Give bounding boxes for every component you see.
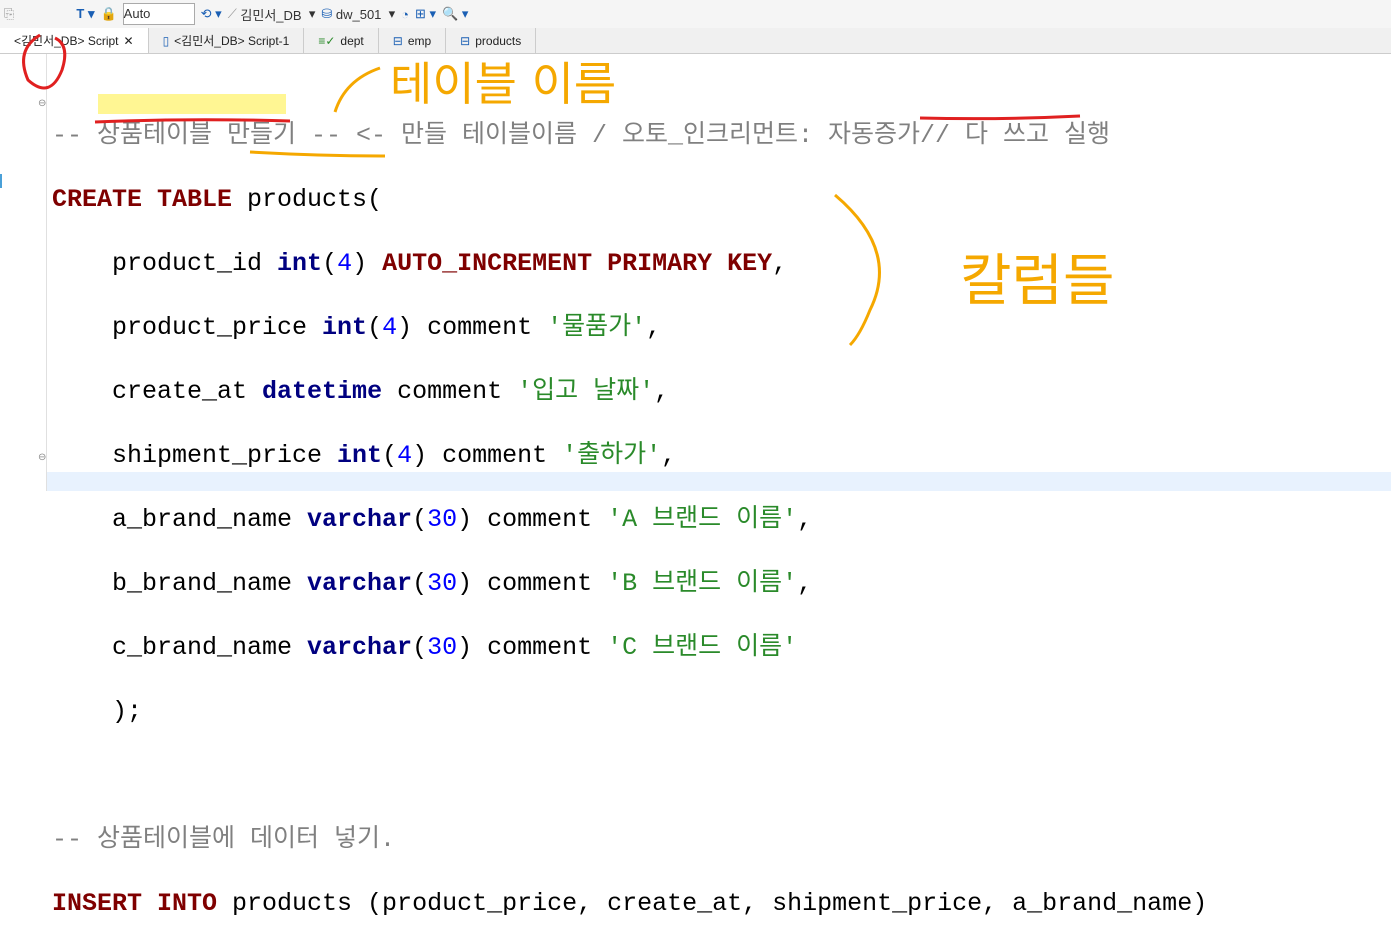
code-token: INSERT INTO <box>52 889 218 918</box>
code-token: product_id <box>52 249 278 278</box>
code-token: products (product_price, create_at, ship… <box>217 889 1208 918</box>
code-token: comment <box>427 313 533 342</box>
code-token: 30 <box>427 569 458 598</box>
sql-editor[interactable]: -- 상품테이블 만들기 -- <- 만들 테이블이름 / 오토_인크리먼트: … <box>52 88 1207 952</box>
code-token: products( <box>232 185 383 214</box>
tab-dept[interactable]: ≡✓ dept <box>304 28 379 53</box>
connection-select[interactable]: ⟋ 김민서_DB ▾ <box>228 5 316 24</box>
close-icon[interactable]: ✕ <box>124 34 134 48</box>
code-token: shipment_price <box>52 441 338 470</box>
connection-label: 김민서_DB <box>240 7 302 23</box>
code-token: '입고 날짜' <box>517 377 655 406</box>
tab-products[interactable]: ⊟ products <box>446 28 537 53</box>
tab-label: dept <box>340 33 364 48</box>
tab-script-1[interactable]: ▯ <김민서_DB> Script-1 <box>149 28 305 53</box>
code-token: 'A 브랜드 이름' <box>607 505 798 534</box>
code-token: datetime <box>262 377 383 406</box>
code-token: '출하가' <box>562 441 662 470</box>
change-marker <box>0 174 2 188</box>
commit-icon[interactable]: ⎘ <box>4 6 14 22</box>
code-token: int <box>277 249 323 278</box>
toolbar: ⎘ T ▾ 🔒 Auto ⟲ ▾ ⟋ 김민서_DB ▾ ⛁ dw_501 ▾ ◔… <box>0 0 1391 28</box>
editor-gutter <box>0 54 47 491</box>
tab-emp[interactable]: ⊟ emp <box>379 28 447 53</box>
script-icon: ▯ <box>162 33 170 48</box>
code-token: b_brand_name <box>52 569 308 598</box>
code-token: comment <box>397 377 503 406</box>
format-icon[interactable]: T ▾ <box>76 6 94 22</box>
code-line: ); <box>52 697 143 726</box>
dashboard-icon[interactable]: ◔ <box>401 7 409 22</box>
tab-label: <김민서_DB> Script-1 <box>174 34 290 48</box>
table-icon: ⊟ <box>392 33 403 48</box>
code-token: AUTO_INCREMENT PRIMARY KEY <box>382 249 773 278</box>
code-token: 4 <box>337 249 353 278</box>
code-token: a_brand_name <box>52 505 308 534</box>
code-token: int <box>322 313 368 342</box>
code-line: a_brand_name varchar(30) comment 'A 브랜드 … <box>52 505 813 534</box>
fold-icon[interactable]: ⊖ <box>38 98 46 109</box>
code-token: CREATE TABLE <box>52 185 233 214</box>
code-line: b_brand_name varchar(30) comment 'B 브랜드 … <box>52 569 813 598</box>
code-token: varchar <box>307 569 413 598</box>
code-token: 30 <box>427 505 458 534</box>
code-line: INSERT INTO products (product_price, cre… <box>52 888 1207 920</box>
database-select[interactable]: ⛁ dw_501 ▾ <box>321 6 395 22</box>
search-icon[interactable]: 🔍 ▾ <box>442 6 468 22</box>
tab-label: emp <box>407 33 432 48</box>
database-label: dw_501 <box>335 6 382 22</box>
tab-label: <김민서_DB> Script <box>14 34 119 48</box>
table-icon: ⊟ <box>460 33 471 48</box>
code-token: comment <box>442 441 548 470</box>
transaction-mode-select[interactable]: Auto <box>122 3 195 25</box>
code-line: product_price int(4) comment '물품가', <box>52 313 662 342</box>
lock-icon[interactable]: 🔒 <box>100 6 116 22</box>
code-token: varchar <box>307 505 413 534</box>
code-token: 'B 브랜드 이름' <box>607 569 798 598</box>
database-icon: ⛁ <box>321 6 336 21</box>
tab-script[interactable]: <김민서_DB> Script ✕ <box>0 28 149 53</box>
history-icon[interactable]: ⟲ ▾ <box>201 6 222 22</box>
comment-line: -- 상품테이블 만들기 -- <- 만들 테이블이름 / 오토_인크리먼트: … <box>52 121 1111 150</box>
editor-tabs: <김민서_DB> Script ✕ ▯ <김민서_DB> Script-1 ≡✓ de… <box>0 28 1391 54</box>
fold-icon[interactable]: ⊖ <box>38 452 46 463</box>
code-token: 4 <box>397 441 413 470</box>
code-line: product_id int(4) AUTO_INCREMENT PRIMARY… <box>52 249 788 278</box>
code-line: c_brand_name varchar(30) comment 'C 브랜드 … <box>52 633 798 662</box>
tab-label: products <box>475 33 522 48</box>
code-token: '물품가' <box>547 313 647 342</box>
schema-icon[interactable]: ⊞ ▾ <box>415 6 436 22</box>
query-icon: ≡✓ <box>318 33 336 48</box>
code-token: comment <box>487 633 593 662</box>
code-token: c_brand_name <box>52 633 308 662</box>
code-token: comment <box>487 505 593 534</box>
code-token: comment <box>487 569 593 598</box>
code-token: product_price <box>52 313 323 342</box>
code-line: CREATE TABLE products( <box>52 184 1207 216</box>
code-token: 30 <box>427 633 458 662</box>
code-token: 'C 브랜드 이름' <box>607 633 798 662</box>
code-token: create_at <box>52 377 263 406</box>
code-token: varchar <box>307 633 413 662</box>
code-token: 4 <box>382 313 398 342</box>
code-token: int <box>337 441 383 470</box>
code-line: shipment_price int(4) comment '출하가', <box>52 441 677 470</box>
comment-line: -- 상품테이블에 데이터 넣기. <box>52 825 396 854</box>
code-line: create_at datetime comment '입고 날짜', <box>52 377 670 406</box>
